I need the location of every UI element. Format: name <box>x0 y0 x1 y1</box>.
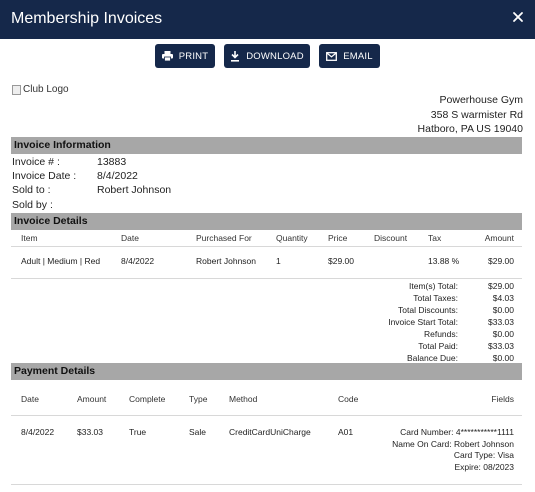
col-method: Method <box>229 394 258 404</box>
col-type: Type <box>189 394 208 404</box>
totals-label: Refunds: <box>423 329 458 339</box>
totals-label: Item(s) Total: <box>409 281 458 291</box>
payment-method-cell: CreditCardUniCharge <box>229 427 311 437</box>
price-cell: $29.00 <box>328 256 354 266</box>
dialog-title: Membership Invoices <box>11 10 163 27</box>
amount-cell: $29.00 <box>488 256 514 266</box>
col-tax: Tax <box>428 233 442 243</box>
quantity-cell: 1 <box>276 256 281 266</box>
col-item: Item <box>21 233 38 243</box>
totals-row: Item(s) Total: $29.00 <box>11 281 522 293</box>
sold-to: Robert Johnson <box>97 184 172 196</box>
totals-label: Total Taxes: <box>413 293 458 303</box>
totals-label: Total Paid: <box>418 341 458 351</box>
item-cell: Adult | Medium | Red <box>21 256 101 266</box>
totals-row: Invoice Start Total: $33.03 <box>11 317 522 329</box>
totals-row: Total Taxes: $4.03 <box>11 293 522 305</box>
invoice-date: 8/4/2022 <box>97 170 138 182</box>
totals-value: $33.03 <box>488 317 514 327</box>
totals-value: $29.00 <box>488 281 514 291</box>
dialog-titlebar: Membership Invoices <box>0 0 535 39</box>
col-purchased-for: Purchased For <box>196 233 252 243</box>
download-button[interactable]: DOWNLOAD <box>224 44 310 68</box>
totals-value: $0.00 <box>492 353 514 363</box>
col-code: Code <box>338 394 359 404</box>
totals-row: Refunds: $0.00 <box>11 329 522 341</box>
col-amount: Amount <box>77 394 107 404</box>
col-amount: Amount <box>484 233 514 243</box>
totals-value: $0.00 <box>492 305 514 315</box>
totals-label: Balance Due: <box>406 353 458 363</box>
invoice-details-header: Item Date Purchased For Quantity Price D… <box>11 233 522 247</box>
payment-fields-cell: Card Number: 4***********1111 Name On Ca… <box>392 427 514 473</box>
payment-type-cell: Sale <box>189 427 207 437</box>
totals-label: Total Discounts: <box>398 305 458 315</box>
col-price: Price <box>328 233 348 243</box>
download-label: DOWNLOAD <box>246 50 304 62</box>
totals-label: Invoice Start Total: <box>388 317 458 327</box>
invoice-details-heading: Invoice Details <box>11 213 522 230</box>
purchased-for-cell: Robert Johnson <box>196 256 257 266</box>
row-divider <box>11 484 522 485</box>
payment-amount-cell: $33.03 <box>77 427 103 437</box>
row-divider <box>11 278 522 279</box>
invoice-information-heading: Invoice Information <box>11 137 522 154</box>
print-label: PRINT <box>178 50 209 62</box>
broken-image-icon <box>12 84 21 95</box>
club-street: 358 S warmister Rd <box>430 108 523 121</box>
col-date: Date <box>21 394 39 404</box>
download-icon <box>230 50 240 62</box>
name-on-card-field: Name On Card: Robert Johnson <box>392 438 514 449</box>
info-label: Sold to : <box>12 184 51 196</box>
card-number-field: Card Number: 4***********1111 <box>400 427 514 437</box>
email-label: EMAIL <box>343 50 373 62</box>
col-complete: Complete <box>129 394 166 404</box>
col-fields: Fields <box>491 394 514 404</box>
invoice-number: 13883 <box>97 156 127 168</box>
payment-date-cell: 8/4/2022 <box>21 427 55 437</box>
email-button[interactable]: EMAIL <box>319 44 380 68</box>
totals-value: $0.00 <box>492 329 514 339</box>
totals-row: Total Paid: $33.03 <box>11 341 522 353</box>
info-label: Sold by : <box>12 199 53 211</box>
payment-details-heading: Payment Details <box>11 363 522 380</box>
envelope-icon <box>326 51 338 61</box>
print-button[interactable]: PRINT <box>155 44 215 68</box>
tax-cell: 13.88 % <box>428 256 460 266</box>
info-label: Invoice # : <box>12 156 60 168</box>
totals-value: $4.03 <box>492 293 514 303</box>
club-logo: Club Logo <box>12 84 69 95</box>
totals-row: Total Discounts: $0.00 <box>11 305 522 317</box>
info-label: Invoice Date : <box>12 170 77 182</box>
club-name: Powerhouse Gym <box>439 94 523 106</box>
club-city: Hatboro, PA US 19040 <box>417 123 523 135</box>
printer-icon <box>161 51 173 61</box>
card-type-field: Card Type: Visa <box>453 450 514 460</box>
date-cell: 8/4/2022 <box>121 256 155 266</box>
totals-value: $33.03 <box>488 341 514 351</box>
close-icon[interactable] <box>511 9 525 25</box>
toolbar: PRINT DOWNLOAD EMAIL <box>0 44 535 68</box>
expire-field: Expire: 08/2023 <box>454 461 514 472</box>
club-address: Powerhouse Gym 358 S warmister Rd Hatbor… <box>418 93 523 137</box>
col-date: Date <box>121 233 139 243</box>
payment-code-cell: A01 <box>338 427 354 437</box>
col-quantity: Quantity <box>276 233 308 243</box>
club-logo-alt: Club Logo <box>23 84 69 95</box>
col-discount: Discount <box>374 233 408 243</box>
payment-complete-cell: True <box>129 427 147 437</box>
payment-details-header: Date Amount Complete Type Method Code Fi… <box>11 394 522 416</box>
